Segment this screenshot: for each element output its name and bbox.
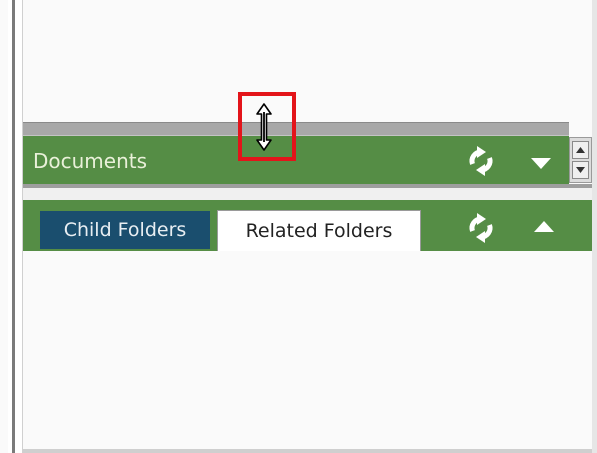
panel-scroll-control	[569, 137, 592, 183]
resize-vertical-cursor-icon	[256, 103, 272, 151]
documents-panel-header: Documents	[23, 136, 569, 184]
scroll-down-button[interactable]	[572, 161, 589, 179]
right-window-border	[592, 0, 597, 453]
arrow-up-icon	[576, 147, 585, 153]
refresh-icon	[469, 213, 493, 243]
tab-related-folders[interactable]: Related Folders	[217, 210, 421, 251]
documents-collapse-button[interactable]	[526, 148, 556, 178]
left-window-border	[8, 0, 23, 453]
upper-content-pane	[23, 0, 592, 122]
folders-expand-button[interactable]	[529, 212, 559, 242]
arrow-down-icon	[576, 167, 585, 173]
panel-separator	[23, 184, 592, 200]
tab-related-folders-label: Related Folders	[245, 220, 393, 242]
documents-refresh-button[interactable]	[466, 146, 496, 176]
documents-panel-title: Documents	[33, 149, 148, 173]
pane-splitter-handle[interactable]	[23, 122, 569, 136]
refresh-icon	[469, 146, 493, 176]
related-folders-content-pane	[23, 251, 592, 449]
folders-refresh-button[interactable]	[466, 213, 496, 243]
tab-child-folders[interactable]: Child Folders	[40, 211, 210, 249]
bottom-window-border	[23, 449, 592, 453]
folders-tab-bar: Child Folders Related Folders	[23, 200, 592, 251]
chevron-down-icon	[531, 158, 551, 169]
scroll-up-button[interactable]	[572, 141, 589, 159]
chevron-up-icon	[534, 221, 554, 232]
tab-child-folders-label: Child Folders	[63, 219, 187, 241]
